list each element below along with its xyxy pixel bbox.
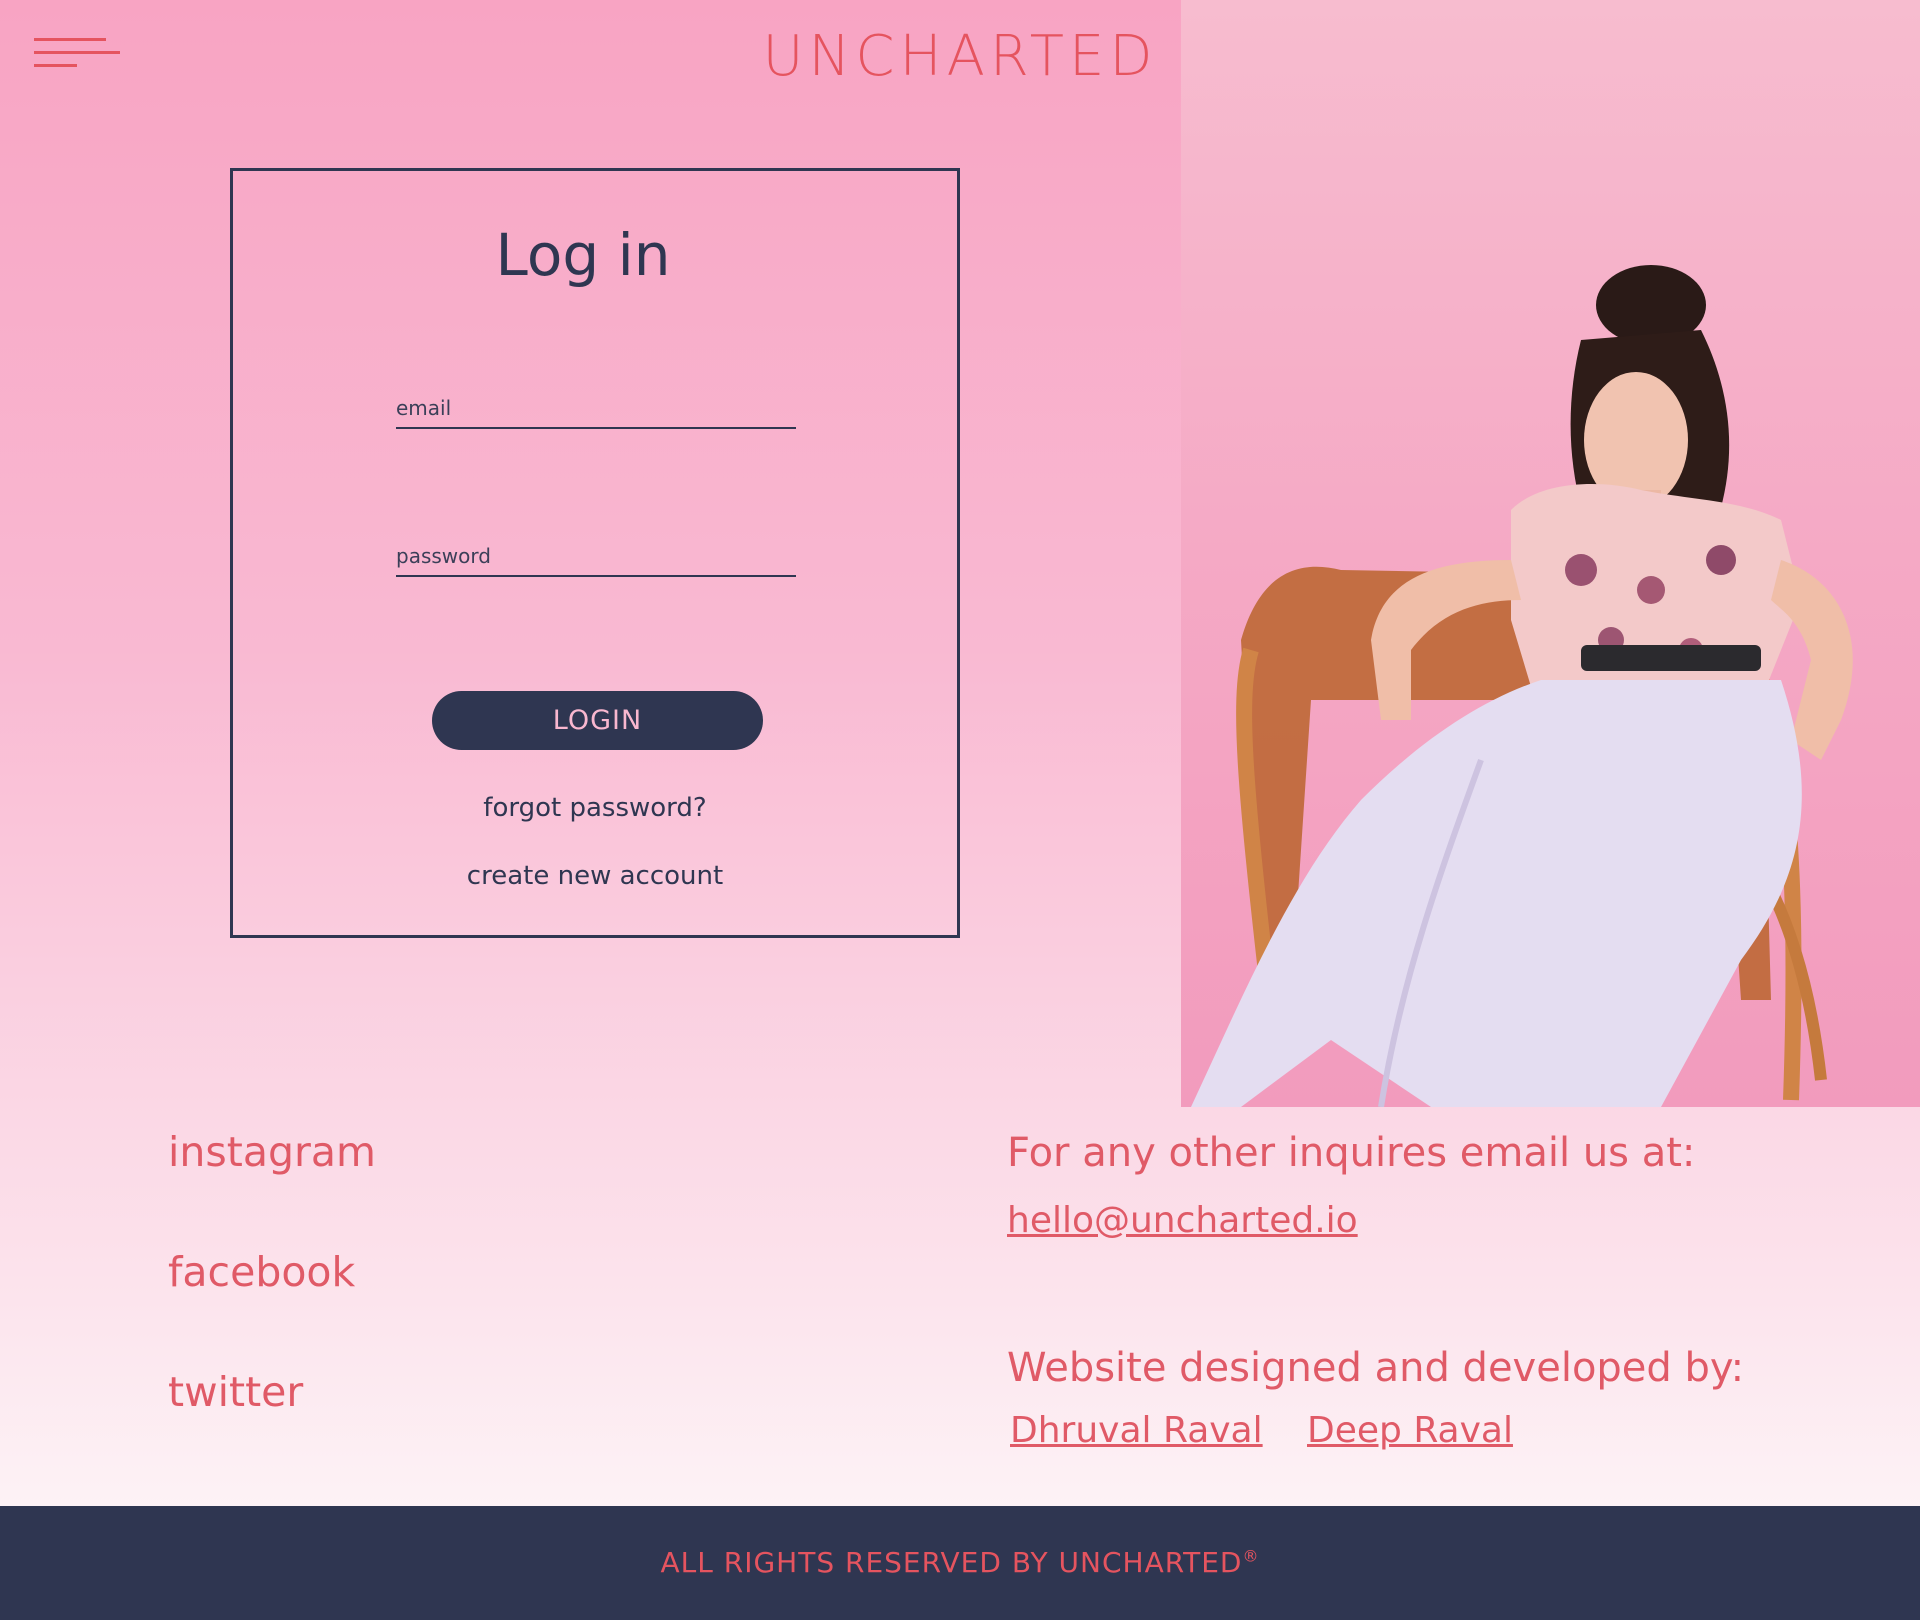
instagram-link[interactable]: instagram (168, 1128, 376, 1176)
login-title: Log in (495, 221, 671, 289)
footer-text: ALL RIGHTS RESERVED BY UNCHARTED (660, 1546, 1243, 1579)
inquiry-heading: For any other inquires email us at: (1007, 1130, 1696, 1176)
login-button[interactable]: LOGIN (432, 691, 763, 750)
email-field[interactable] (396, 391, 796, 429)
twitter-link[interactable]: twitter (168, 1368, 303, 1416)
footer: ALL RIGHTS RESERVED BY UNCHARTED® (0, 1506, 1920, 1620)
password-field[interactable] (396, 539, 796, 577)
facebook-link[interactable]: facebook (168, 1248, 355, 1296)
developer-link-dhruval[interactable]: Dhruval Raval (1010, 1410, 1263, 1451)
login-card: Log in LOGIN forgot password? create new… (230, 168, 960, 938)
registered-mark: ® (1242, 1546, 1260, 1566)
contact-email-link[interactable]: hello@uncharted.io (1007, 1200, 1358, 1241)
hamburger-menu-icon (34, 38, 106, 41)
hero-image (1181, 0, 1920, 1107)
menu-button[interactable] (34, 34, 124, 74)
forgot-password-link[interactable]: forgot password? (233, 793, 957, 823)
site-logo[interactable]: UNCHARTED (760, 22, 1160, 92)
create-account-link[interactable]: create new account (233, 861, 957, 891)
developer-link-deep[interactable]: Deep Raval (1307, 1410, 1513, 1451)
credits-heading: Website designed and developed by: (1007, 1345, 1745, 1391)
footer-copyright: ALL RIGHTS RESERVED BY UNCHARTED® (0, 1546, 1920, 1579)
